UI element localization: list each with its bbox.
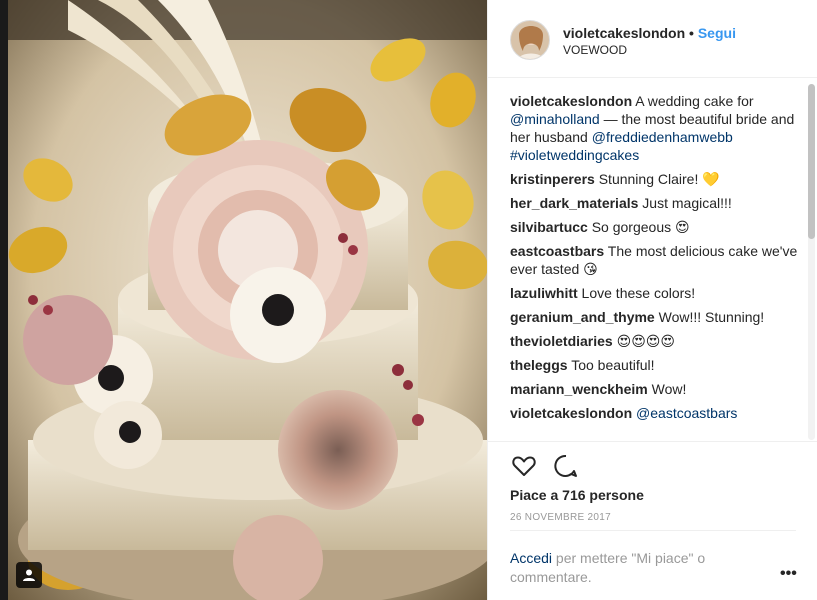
likes-count[interactable]: Piace a 716 persone: [510, 487, 644, 503]
comment-text: Wow!!! Stunning!: [654, 309, 765, 325]
user-tag-icon[interactable]: [16, 562, 42, 588]
more-options-icon[interactable]: •••: [780, 565, 797, 583]
comment-username[interactable]: mariann_wenckheim: [510, 381, 648, 397]
comment-username[interactable]: eastcoastbars: [510, 243, 604, 259]
comment-item: her_dark_materials Just magical!!!: [510, 194, 804, 212]
caption-text-start: A wedding cake for: [632, 93, 754, 109]
comment-item: thevioletdiaries 😍😍😍😍: [510, 332, 804, 350]
post-photo[interactable]: [0, 0, 487, 600]
post-details-panel: violetcakeslondon • Segui VOEWOOD violet…: [487, 0, 817, 600]
comment-item: geranium_and_thyme Wow!!! Stunning!: [510, 308, 804, 326]
comment-item: eastcoastbars The most delicious cake we…: [510, 242, 804, 278]
post-date: 26 NOVEMBRE 2017: [510, 512, 611, 523]
mention-link[interactable]: @freddiedenhamwebb: [592, 129, 733, 145]
action-bar: [510, 452, 580, 480]
comment-text: So gorgeous 😍: [587, 219, 690, 235]
post-header: violetcakeslondon • Segui VOEWOOD: [488, 0, 817, 78]
follow-button[interactable]: Segui: [698, 25, 736, 41]
comment-username[interactable]: theleggs: [510, 357, 568, 373]
comment-text: Too beautiful!: [567, 357, 655, 373]
comment-text: 😍😍😍😍: [612, 333, 675, 349]
header-separator: •: [689, 25, 694, 41]
scrollbar-thumb[interactable]: [808, 84, 815, 239]
comment-username[interactable]: geranium_and_thyme: [510, 309, 655, 325]
comment-username[interactable]: thevioletdiaries: [510, 333, 613, 349]
mention-link[interactable]: @minaholland: [510, 111, 600, 127]
comment-username[interactable]: her_dark_materials: [510, 195, 638, 211]
comment-item: violetcakeslondon @eastcoastbars: [510, 404, 804, 422]
comment-item: kristinperers Stunning Claire! 💛: [510, 170, 804, 188]
footer-divider: [510, 530, 796, 531]
caption-username[interactable]: violetcakeslondon: [510, 93, 632, 109]
comment-bubble-icon[interactable]: [552, 452, 580, 480]
header-user-line: violetcakeslondon • Segui: [563, 25, 736, 41]
comments-scrollbar[interactable]: [808, 84, 815, 440]
comment-text: Stunning Claire! 💛: [594, 171, 720, 187]
comment-username[interactable]: violetcakeslondon: [510, 405, 632, 421]
avatar[interactable]: [510, 20, 550, 60]
heart-icon[interactable]: [510, 452, 538, 480]
comments-list: violetcakeslondon A wedding cake for @mi…: [510, 92, 804, 442]
comment-item: lazuliwhitt Love these colors!: [510, 284, 804, 302]
comment-item: theleggs Too beautiful!: [510, 356, 804, 374]
mention-link[interactable]: @eastcoastbars: [636, 405, 737, 421]
comment-username[interactable]: lazuliwhitt: [510, 285, 578, 301]
comment-text: Wow!: [647, 381, 687, 397]
comment-text: Love these colors!: [577, 285, 696, 301]
comment-username[interactable]: kristinperers: [510, 171, 595, 187]
comment-item: mariann_wenckheim Wow!: [510, 380, 804, 398]
location-link[interactable]: VOEWOOD: [563, 43, 627, 57]
comment-text: Just magical!!!: [638, 195, 732, 211]
actions-divider: [488, 441, 817, 442]
caption: violetcakeslondon A wedding cake for @mi…: [510, 92, 804, 164]
cake-image: [8, 0, 487, 600]
login-prompt: Accedi per mettere "Mi piace" o commenta…: [510, 549, 750, 587]
comment-username[interactable]: silvibartucc: [510, 219, 588, 235]
hashtag-link[interactable]: #violetweddingcakes: [510, 147, 639, 163]
header-username[interactable]: violetcakeslondon: [563, 25, 685, 41]
login-link[interactable]: Accedi: [510, 550, 552, 566]
comment-item: silvibartucc So gorgeous 😍: [510, 218, 804, 236]
